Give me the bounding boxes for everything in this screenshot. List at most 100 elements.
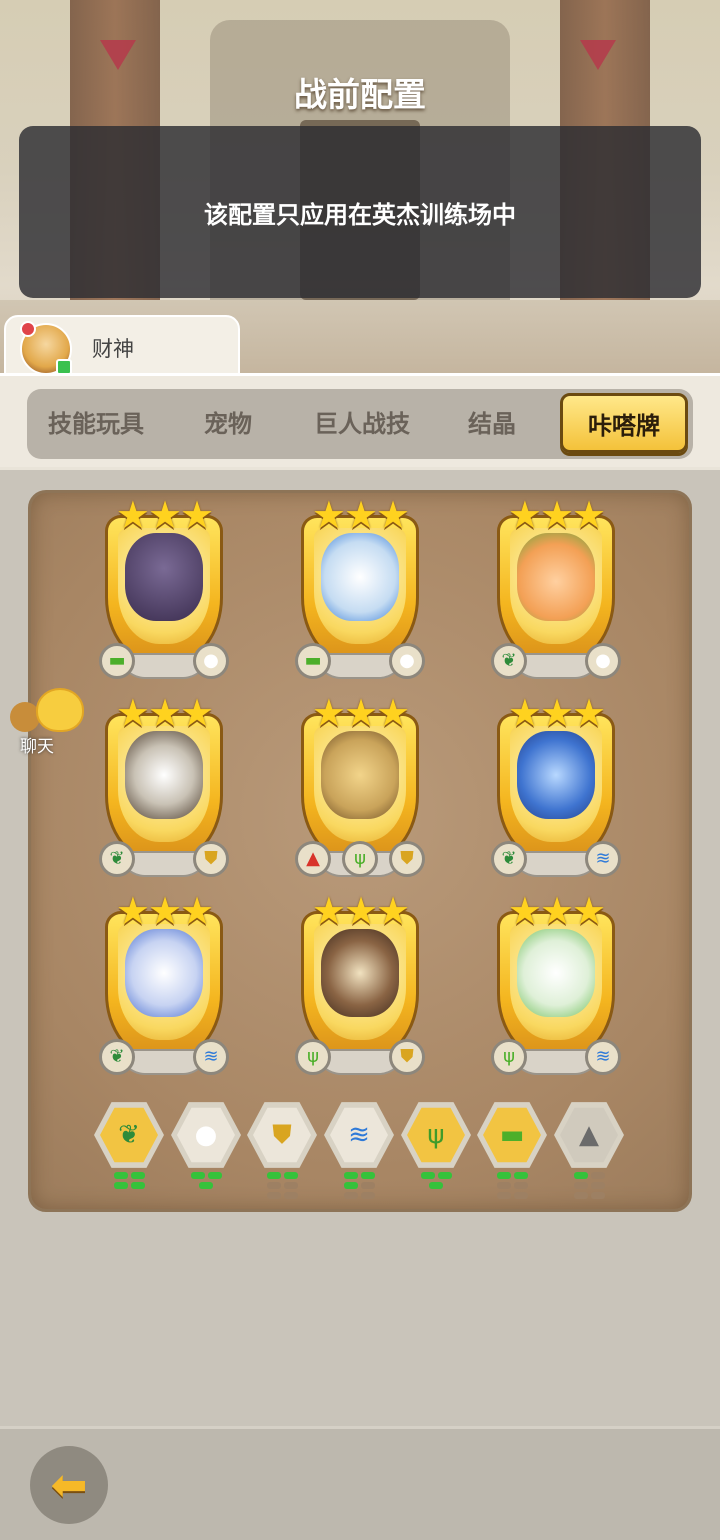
synergy-pip <box>420 1172 435 1179</box>
card-dark-beast[interactable]: ★★★ ▬ ● <box>99 495 229 681</box>
synergy-pip <box>266 1182 281 1189</box>
tab-pets[interactable]: 宠物 <box>183 389 273 459</box>
card-stone-totem[interactable]: ★★★ ▲ ψ ⛊ <box>295 693 425 879</box>
back-button[interactable]: ⬅ <box>30 1446 108 1524</box>
synergy-pips <box>489 1172 535 1199</box>
synergy-pip <box>113 1182 128 1189</box>
synergy-pip <box>590 1172 605 1179</box>
star-rating: ★★★ <box>507 889 606 933</box>
cactus-icon: ψ <box>342 841 378 877</box>
heart-badge-icon <box>20 321 36 337</box>
synergy-wool[interactable]: ● <box>171 1100 241 1200</box>
synergy-pips <box>183 1172 229 1189</box>
white-dragon-art <box>125 929 203 1017</box>
star-rating: ★★★ <box>311 691 410 735</box>
star-rating: ★★★ <box>115 493 214 537</box>
synergy-pips <box>106 1172 152 1189</box>
card-white-fox[interactable]: ★★★ ψ ≋ <box>491 891 621 1077</box>
star-rating: ★★★ <box>311 493 410 537</box>
player-name: 财神 <box>92 337 134 361</box>
synergy-pip <box>496 1182 511 1189</box>
synergy-pip <box>199 1182 213 1189</box>
synergy-pip <box>360 1172 375 1179</box>
tab-skill-toys[interactable]: 技能玩具 <box>31 389 161 459</box>
synergy-pip <box>283 1192 298 1199</box>
card-ram[interactable]: ★★★ ▬ ● <box>295 495 425 681</box>
synergy-pip <box>343 1172 358 1179</box>
leaf-icon: ❦ <box>491 643 527 679</box>
synergy-pip <box>590 1192 605 1199</box>
synergy-pip <box>513 1182 528 1189</box>
synergy-pip <box>130 1182 145 1189</box>
synergy-pip <box>590 1182 605 1189</box>
page-title: 战前配置 <box>294 75 426 114</box>
slime-icon: ▬ <box>295 643 331 679</box>
tornado-icon: ≋ <box>193 1039 229 1075</box>
synergy-pip <box>207 1172 222 1179</box>
tab-crystals[interactable]: 结晶 <box>447 389 537 459</box>
star-rating: ★★★ <box>311 889 410 933</box>
synergy-pip <box>343 1192 358 1199</box>
synergy-leaf[interactable]: ❦ <box>94 1100 164 1200</box>
stone-totem-art <box>321 731 399 819</box>
synergy-pip <box>113 1172 128 1179</box>
tornado-icon: ≋ <box>585 841 621 877</box>
avatar[interactable] <box>20 321 72 375</box>
card-brown-dragon[interactable]: ★★★ ψ ⛊ <box>295 891 425 1077</box>
leaf-icon: ❦ <box>99 841 135 877</box>
synergy-pip <box>437 1172 452 1179</box>
synergy-pip <box>343 1182 358 1189</box>
shield-icon: ⛊ <box>389 841 425 877</box>
slime-icon: ▬ <box>99 643 135 679</box>
bottom-bar <box>0 1426 720 1540</box>
wool-icon: ● <box>585 643 621 679</box>
synergy-pip <box>573 1172 588 1179</box>
card-blue-wolf[interactable]: ★★★ ❦ ≋ <box>491 693 621 879</box>
synergy-pip <box>130 1172 145 1179</box>
brown-dragon-art <box>321 929 399 1017</box>
cactus-icon: ψ <box>491 1039 527 1075</box>
shield-icon: ⛊ <box>193 841 229 877</box>
wool-icon: ● <box>389 643 425 679</box>
card-white-dragon[interactable]: ★★★ ❦ ≋ <box>99 891 229 1077</box>
chat-label: 聊天 <box>20 737 54 757</box>
tab-bar: 技能玩具 宠物 巨人战技 结晶 咔嗒牌 <box>27 389 693 459</box>
synergy-slime[interactable]: ▬ <box>477 1100 547 1200</box>
synergy-pip <box>513 1172 528 1179</box>
leaf-icon: ❦ <box>99 1039 135 1075</box>
synergy-shield[interactable]: ⛊ <box>247 1100 317 1200</box>
notice-banner: 该配置只应用在英杰训练场中 <box>19 126 701 298</box>
synergy-mountain[interactable]: ▲ <box>554 1100 624 1200</box>
wool-icon: ● <box>193 643 229 679</box>
cactus-icon: ψ <box>295 1039 331 1075</box>
dark-beast-art <box>125 533 203 621</box>
synergy-pip <box>266 1172 281 1179</box>
tab-click-cards[interactable]: 咔嗒牌 <box>560 393 688 453</box>
synergy-pip <box>573 1192 588 1199</box>
white-fox-art <box>517 929 595 1017</box>
lava-icon: ▲ <box>295 841 331 877</box>
synergy-pips <box>413 1172 459 1189</box>
synergy-pip <box>266 1192 281 1199</box>
tab-giant-skills[interactable]: 巨人战技 <box>297 389 427 459</box>
golem-bull-art <box>125 731 203 819</box>
synergy-pips <box>566 1172 612 1199</box>
star-rating: ★★★ <box>115 889 214 933</box>
chat-button[interactable]: 聊天 <box>6 688 86 758</box>
tab-bar-container: 技能玩具 宠物 巨人战技 结晶 咔嗒牌 <box>0 373 720 470</box>
star-rating: ★★★ <box>115 691 214 735</box>
synergy-tornado[interactable]: ≋ <box>324 1100 394 1200</box>
synergy-pip <box>283 1172 298 1179</box>
synergy-pip <box>190 1172 205 1179</box>
synergy-pip <box>573 1182 588 1189</box>
star-rating: ★★★ <box>507 493 606 537</box>
synergy-pip <box>360 1192 375 1199</box>
player-tab[interactable]: 财神 <box>4 315 240 377</box>
card-sprout[interactable]: ★★★ ❦ ● <box>491 495 621 681</box>
synergy-pip <box>496 1192 511 1199</box>
synergy-pips <box>336 1172 382 1199</box>
sprout-art <box>517 533 595 621</box>
card-golem-bull[interactable]: ★★★ ❦ ⛊ <box>99 693 229 879</box>
synergy-cactus[interactable]: ψ <box>401 1100 471 1200</box>
star-rating: ★★★ <box>507 691 606 735</box>
